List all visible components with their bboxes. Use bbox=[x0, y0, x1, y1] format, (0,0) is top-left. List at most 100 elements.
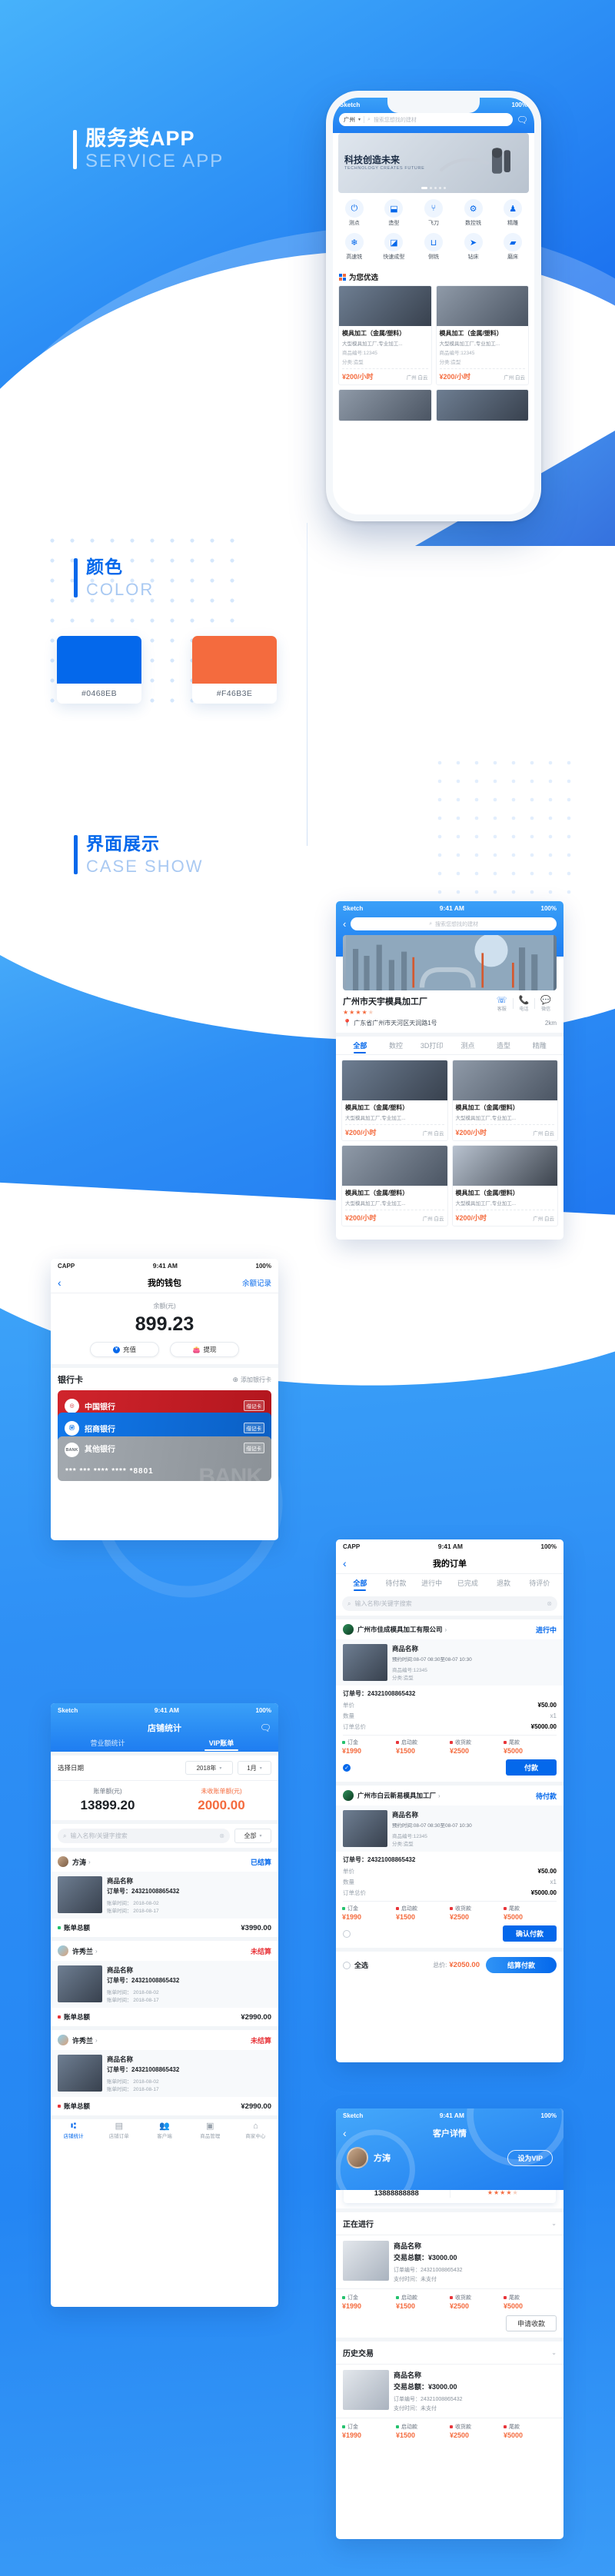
bill-value: 13899.20 bbox=[80, 1798, 135, 1812]
tabbar-clients[interactable]: 👥 客户端 bbox=[141, 2122, 187, 2139]
bank-card-other[interactable]: BANK 其他银行 借记卡 BANK *** *** **** **** *88… bbox=[58, 1436, 271, 1481]
home-search-bar[interactable]: 广州 ▾ ⌕ 搜索您想找的建材 bbox=[339, 113, 513, 126]
action-wechat[interactable]: 💬 微信 bbox=[535, 995, 557, 1012]
users-icon: 👥 bbox=[159, 2122, 170, 2131]
product-card[interactable] bbox=[435, 389, 529, 421]
vertical-divider bbox=[307, 523, 308, 846]
back-icon[interactable]: ‹ bbox=[343, 918, 346, 930]
card-type-badge: 借记卡 bbox=[243, 1423, 264, 1433]
add-bank-card-button[interactable]: ⊕ 添加银行卡 bbox=[232, 1376, 271, 1384]
product-card[interactable]: 模具加工（金属/塑料） 大型模具加工厂,专业加工... ¥200/小时 广州 白… bbox=[451, 1060, 558, 1141]
action-label: 微信 bbox=[541, 1007, 551, 1012]
order-shop-row[interactable]: 广州市白云新易模具加工厂 › 待付款 bbox=[336, 1786, 563, 1806]
tabbar-product-mgmt[interactable]: ▣ 商品管理 bbox=[188, 2122, 233, 2139]
search-icon: ⌕ bbox=[63, 1832, 67, 1839]
select-all-checkbox[interactable] bbox=[343, 1961, 351, 1969]
tab-revenue-stats[interactable]: 营业额统计 bbox=[51, 1738, 165, 1748]
category-item[interactable]: ▰ 磨床 bbox=[493, 230, 533, 264]
action-phone[interactable]: 📞 电话 bbox=[514, 995, 535, 1012]
action-customer-service[interactable]: ☏ 客服 bbox=[491, 995, 513, 1012]
tabbar-merchant-center[interactable]: ⌂ 商家中心 bbox=[233, 2122, 278, 2139]
order-time: 预约时间:08-07 08:30至08-07 10:30 bbox=[392, 1657, 472, 1662]
order-select-checkbox[interactable] bbox=[343, 1929, 351, 1938]
tabbar-shop-stats[interactable]: ⑆ 店铺统计 bbox=[51, 2122, 96, 2139]
message-icon[interactable]: 🗨 bbox=[517, 115, 528, 125]
tab-engrave[interactable]: 精雕 bbox=[521, 1040, 557, 1050]
month-select[interactable]: 1月 ▾ bbox=[238, 1761, 271, 1775]
tab-measure[interactable]: 测点 bbox=[450, 1040, 486, 1050]
factory-search-bar[interactable]: ⌕ 搜索您想找的建材 bbox=[351, 917, 557, 930]
chevron-right-icon: › bbox=[444, 1626, 447, 1633]
tab-vip-bills[interactable]: VIP账单 bbox=[165, 1738, 278, 1751]
tab-3dprint[interactable]: 3D打印 bbox=[414, 1040, 450, 1050]
product-card[interactable]: 模具加工（金属/塑料） 大型模具加工厂,专业加工... ¥200/小时 广州 白… bbox=[341, 1060, 448, 1141]
color-swatch-primary: #0468EB bbox=[57, 636, 141, 704]
order-pay-button[interactable]: 付款 bbox=[506, 1759, 557, 1776]
tab-review[interactable]: 待评价 bbox=[521, 1578, 557, 1588]
city-selector[interactable]: 广州 bbox=[344, 115, 355, 124]
category-item[interactable]: ⚙ 数控铣 bbox=[454, 196, 494, 230]
checkout-button[interactable]: 结算付款 bbox=[486, 1957, 557, 1973]
color-swatch-accent: #F46B3E bbox=[192, 636, 277, 704]
banner-dots[interactable] bbox=[421, 187, 446, 189]
bill-user-row[interactable]: 许秀兰 › 未结算 bbox=[51, 1941, 278, 1961]
tabbar-shop-orders[interactable]: ▤ 店铺订单 bbox=[96, 2122, 141, 2139]
ongoing-section-header[interactable]: 正在进行 ⌄ bbox=[336, 2212, 563, 2235]
home-banner[interactable]: 科技创造未来 TECHNOLOGY CREATES FUTURE bbox=[338, 133, 529, 193]
category-item[interactable]: ⑂ 飞刀 bbox=[414, 196, 454, 230]
tab-unpaid[interactable]: 待付款 bbox=[378, 1578, 414, 1588]
product-category: 分类:造型 bbox=[342, 360, 364, 365]
transaction-total-value: ¥3000.00 bbox=[428, 2254, 457, 2261]
history-section-header[interactable]: 历史交易 ⌄ bbox=[336, 2341, 563, 2365]
message-icon[interactable]: 🗨 bbox=[260, 1722, 271, 1733]
bills-filter-select[interactable]: 全部 ▾ bbox=[234, 1829, 271, 1843]
back-icon[interactable]: ‹ bbox=[58, 1277, 62, 1288]
product-card[interactable]: 模具加工（金属/塑料） 大型模具加工厂,专业加工... 商品编号:12345 分… bbox=[435, 285, 529, 385]
clear-icon[interactable]: ⊗ bbox=[547, 1600, 552, 1607]
order-select-checkbox[interactable]: ✓ bbox=[343, 1763, 351, 1772]
bill-user-row[interactable]: 许秀兰 › 未结算 bbox=[51, 2030, 278, 2050]
recharge-button[interactable]: ¥ 充值 bbox=[90, 1342, 159, 1357]
orders-search-input[interactable]: ⌕ 输入名称/关键字搜索 ⊗ bbox=[342, 1596, 557, 1611]
stage-label: 收货款 bbox=[455, 1740, 471, 1746]
request-payment-button[interactable]: 申请收款 bbox=[506, 2315, 557, 2331]
category-item[interactable]: ⬓ 造型 bbox=[374, 196, 414, 230]
clear-icon[interactable]: ⊗ bbox=[219, 1832, 224, 1839]
product-title: 模具加工（金属/塑料） bbox=[345, 1190, 409, 1196]
tab-ongoing[interactable]: 进行中 bbox=[414, 1578, 450, 1588]
order-shop-row[interactable]: 广州市佳成模具加工有限公司 › 进行中 bbox=[336, 1619, 563, 1639]
back-icon[interactable]: ‹ bbox=[343, 2128, 347, 2138]
balance-record-link[interactable]: 余额记录 bbox=[242, 1277, 271, 1288]
back-icon[interactable]: ‹ bbox=[343, 1558, 347, 1569]
category-item[interactable]: ⊔ 侧铣 bbox=[414, 230, 454, 264]
bill-status: 未结算 bbox=[250, 2036, 271, 2045]
transaction-pay-label: 支付时间： bbox=[394, 2277, 421, 2282]
tab-all[interactable]: 全部 bbox=[342, 1040, 378, 1050]
bills-search-input[interactable]: ⌕ 输入名称/关键字搜索 ⊗ bbox=[58, 1829, 230, 1843]
bill-product-name: 商品名称 bbox=[107, 1966, 134, 1974]
order-confirm-pay-button[interactable]: 确认付款 bbox=[503, 1925, 557, 1942]
category-item[interactable]: ♟ 精雕 bbox=[493, 196, 533, 230]
tab-cnc[interactable]: 数控 bbox=[378, 1040, 414, 1050]
category-item[interactable]: ❄ 高速铣 bbox=[334, 230, 374, 264]
tab-completed[interactable]: 已完成 bbox=[450, 1578, 486, 1588]
cnc-icon: ⚙ bbox=[464, 199, 483, 218]
withdraw-button[interactable]: 👛 提现 bbox=[170, 1342, 239, 1357]
product-card[interactable]: 模具加工（金属/塑料） 大型模具加工厂,专业加工... ¥200/小时 广州 白… bbox=[451, 1145, 558, 1226]
product-card[interactable] bbox=[338, 389, 432, 421]
tab-modeling[interactable]: 造型 bbox=[486, 1040, 522, 1050]
category-item[interactable]: ➤ 钻床 bbox=[454, 230, 494, 264]
stage-startup: 启动款 ¥1500 bbox=[396, 2423, 450, 2439]
category-item[interactable]: ◪ 快速成型 bbox=[374, 230, 414, 264]
product-card[interactable]: 模具加工（金属/塑料） 大型模具加工厂,专业加工... ¥200/小时 广州 白… bbox=[341, 1145, 448, 1226]
bill-user-row[interactable]: 方涛 › 已结算 bbox=[51, 1852, 278, 1872]
tab-refund[interactable]: 退款 bbox=[486, 1578, 522, 1588]
chevron-down-icon[interactable]: ⌄ bbox=[551, 2349, 557, 2356]
product-card[interactable]: 模具加工（金属/塑料） 大型模具加工厂,专业加工... 商品编号:12345 分… bbox=[338, 285, 432, 385]
chevron-down-icon[interactable]: ⌄ bbox=[551, 2220, 557, 2227]
tab-all[interactable]: 全部 bbox=[342, 1578, 378, 1588]
category-item[interactable]: ⏻ 测点 bbox=[334, 196, 374, 230]
year-select[interactable]: 2018年 ▾ bbox=[185, 1761, 233, 1775]
transaction-pay-value: 未支付 bbox=[421, 2277, 437, 2282]
set-vip-button[interactable]: 设为VIP bbox=[507, 2149, 553, 2166]
